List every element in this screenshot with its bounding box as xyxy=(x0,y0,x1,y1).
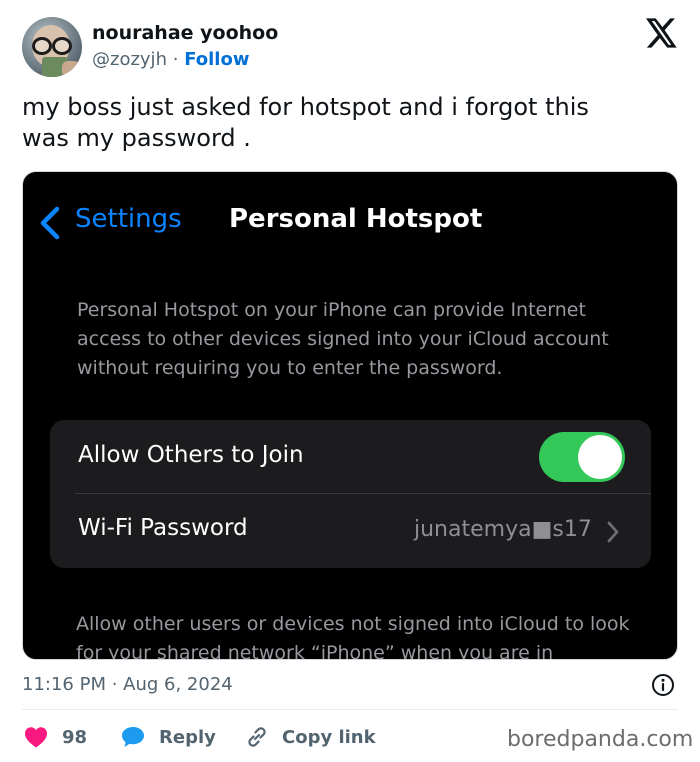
meta-divider xyxy=(22,709,678,710)
like-count: 98 xyxy=(62,726,88,748)
row-divider xyxy=(75,493,651,494)
chevron-right-icon[interactable] xyxy=(606,520,620,544)
screen-title: Personal Hotspot xyxy=(229,204,483,234)
info-icon[interactable] xyxy=(651,673,675,697)
allow-others-toggle[interactable] xyxy=(539,432,625,482)
network-visibility-note: Allow other users or devices not signed … xyxy=(76,613,630,660)
avatar-glasses-right xyxy=(52,37,72,55)
avatar[interactable] xyxy=(22,17,82,77)
allow-others-label: Allow Others to Join xyxy=(78,442,304,468)
copy-link-button[interactable]: Copy link xyxy=(244,724,376,750)
watermark: boredpanda.com xyxy=(507,727,694,752)
like-button[interactable]: 98 xyxy=(24,724,87,750)
x-logo-icon[interactable] xyxy=(646,18,678,48)
copy-link-label: Copy link xyxy=(282,726,376,748)
heart-icon xyxy=(25,727,47,748)
wifi-password-label[interactable]: Wi-Fi Password xyxy=(78,515,248,541)
hotspot-settings-group: Allow Others to Join Wi-Fi Password juna… xyxy=(50,420,651,568)
wifi-password-value[interactable]: junatemya■s17 xyxy=(414,517,592,542)
author-display-name[interactable]: nourahae yoohoo xyxy=(92,22,278,44)
tweet-timestamp[interactable]: 11:16 PM · Aug 6, 2024 xyxy=(22,674,233,695)
follow-button[interactable]: Follow xyxy=(184,49,249,70)
tweet-text: my boss just asked for hotspot and i for… xyxy=(22,93,589,152)
chevron-left-icon[interactable] xyxy=(37,206,63,240)
author-handle-row: @zozyjh · Follow xyxy=(92,49,249,70)
link-icon xyxy=(248,727,266,747)
reply-button[interactable]: Reply xyxy=(121,724,216,750)
hotspot-description: Personal Hotspot on your iPhone can prov… xyxy=(77,299,609,379)
back-button-label[interactable]: Settings xyxy=(75,204,182,234)
avatar-glasses-left xyxy=(32,37,52,55)
avatar-hand xyxy=(62,61,80,77)
toggle-knob xyxy=(578,435,622,479)
handle-separator: · xyxy=(172,49,179,70)
author-handle[interactable]: @zozyjh xyxy=(92,49,167,70)
reply-label: Reply xyxy=(159,726,216,748)
tweet-media-screenshot[interactable]: Settings Personal Hotspot Personal Hotsp… xyxy=(22,171,678,660)
speech-bubble-icon xyxy=(122,727,144,747)
